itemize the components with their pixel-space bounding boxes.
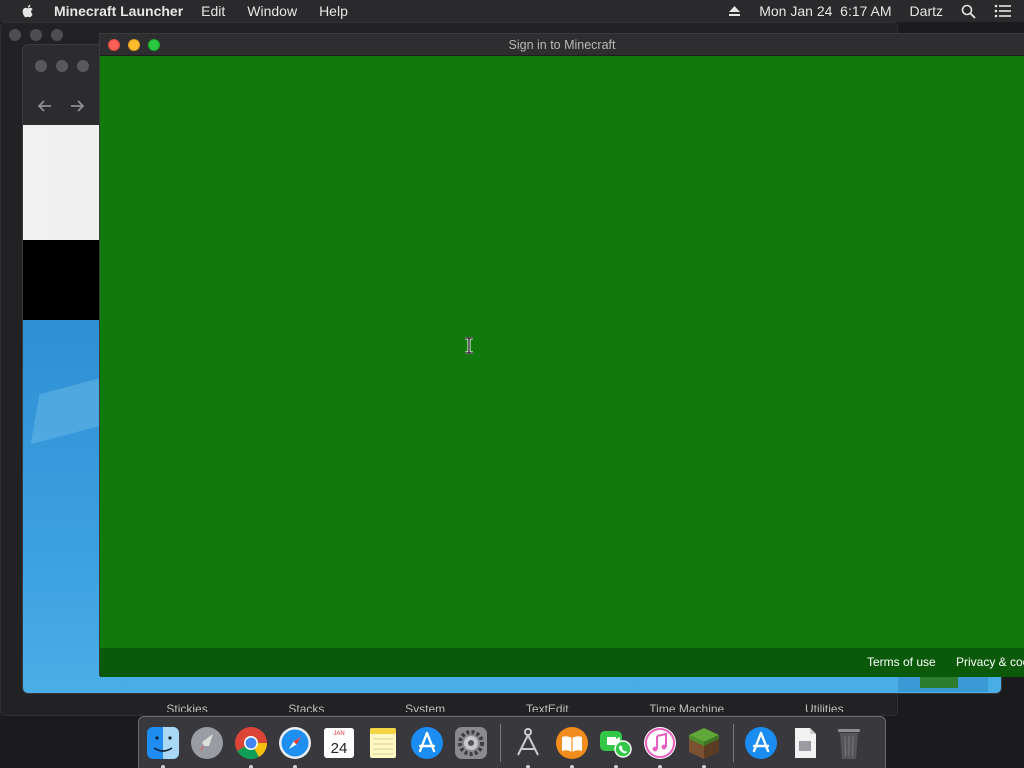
facetime-icon [600, 730, 632, 758]
privacy-link[interactable]: Privacy & coo [956, 655, 1024, 669]
dock-books[interactable] [553, 724, 591, 768]
window-controls [35, 60, 89, 72]
gear-icon [455, 726, 487, 759]
finder-icon [147, 726, 179, 759]
menu-help[interactable]: Help [319, 3, 348, 19]
running-indicator [161, 764, 165, 768]
close-button[interactable] [35, 60, 47, 72]
running-indicator [658, 764, 662, 768]
dock-app-store[interactable] [408, 724, 446, 762]
signin-content-area[interactable] [100, 56, 1024, 648]
running-indicator [293, 764, 297, 768]
menu-bar: Minecraft Launcher Edit Window Help Mon … [0, 0, 1024, 22]
menu-app-name[interactable]: Minecraft Launcher [54, 3, 183, 19]
utility-label: TextEdit [525, 702, 569, 712]
notes-icon [370, 727, 396, 758]
dock-separator [733, 723, 734, 762]
dock: JAN 24 [138, 716, 886, 768]
dock-finder[interactable] [144, 724, 182, 768]
minecraft-grass-block-icon [689, 727, 719, 759]
app-store-icon [745, 726, 777, 759]
utility-label: Time Machine [649, 702, 725, 712]
utility-label: Stacks [288, 702, 325, 712]
menubar-user[interactable]: Dartz [910, 3, 943, 19]
grab-tool-icon [517, 727, 539, 755]
calendar-icon: JAN 24 [324, 727, 354, 758]
text-cursor-icon [465, 337, 473, 354]
menubar-clock[interactable]: Mon Jan 24 6:17 AM [759, 3, 891, 19]
dock-notes[interactable] [364, 724, 402, 762]
dock-launchpad[interactable] [188, 724, 226, 762]
dock-separator [500, 723, 501, 762]
apple-menu-icon[interactable] [20, 3, 36, 19]
running-indicator [570, 764, 574, 768]
signin-window-title: Sign in to Minecraft [508, 38, 616, 52]
zoom-button[interactable] [77, 60, 89, 72]
launchpad-rocket-icon [191, 726, 223, 759]
dock-chrome[interactable] [232, 724, 270, 768]
dock-document[interactable] [786, 724, 824, 762]
signin-titlebar[interactable]: Sign in to Minecraft [100, 34, 1024, 56]
dock-utility-app[interactable] [509, 724, 547, 768]
running-indicator [614, 764, 618, 768]
signin-window[interactable]: Sign in to Minecraft Terms of use Privac… [99, 33, 1024, 677]
trash-icon [838, 728, 860, 759]
calendar-month: JAN [333, 731, 344, 737]
dock-facetime[interactable] [597, 724, 635, 768]
music-note-icon [644, 726, 676, 759]
safari-compass-icon [279, 726, 311, 759]
books-icon [556, 726, 588, 759]
chrome-icon [235, 726, 268, 759]
dock-itunes[interactable] [641, 724, 679, 768]
app-store-icon [411, 726, 443, 759]
dock-calendar[interactable]: JAN 24 [320, 724, 358, 762]
forward-arrow-icon[interactable] [68, 97, 86, 115]
zoom-button[interactable] [51, 29, 63, 41]
background-art-thumbnail [898, 676, 988, 692]
eject-icon[interactable] [728, 5, 741, 17]
dock-safari[interactable] [276, 724, 314, 768]
minimize-button[interactable] [56, 60, 68, 72]
close-button[interactable] [9, 29, 21, 41]
utility-label: Stickies [166, 702, 208, 712]
utility-label: System [405, 702, 446, 712]
document-icon [795, 727, 816, 758]
terms-of-use-link[interactable]: Terms of use [867, 655, 936, 669]
running-indicator [526, 764, 530, 768]
grass-block [920, 676, 958, 688]
dock-minecraft[interactable] [685, 724, 723, 768]
running-indicator [702, 764, 706, 768]
calendar-day: 24 [331, 740, 348, 757]
minimize-button[interactable] [30, 29, 42, 41]
spotlight-search-icon[interactable] [961, 4, 976, 19]
dock-trash[interactable] [830, 724, 868, 762]
menu-window[interactable]: Window [247, 3, 297, 19]
dock-app-store-download[interactable] [742, 724, 780, 762]
dock-system-preferences[interactable] [452, 724, 490, 762]
signin-footer: Terms of use Privacy & coo [100, 648, 1024, 677]
notification-center-icon[interactable] [994, 4, 1012, 18]
window-controls [9, 29, 63, 41]
utility-label: Utilities [804, 702, 844, 712]
menu-edit[interactable]: Edit [201, 3, 225, 19]
back-arrow-icon[interactable] [36, 97, 54, 115]
running-indicator [249, 764, 253, 768]
